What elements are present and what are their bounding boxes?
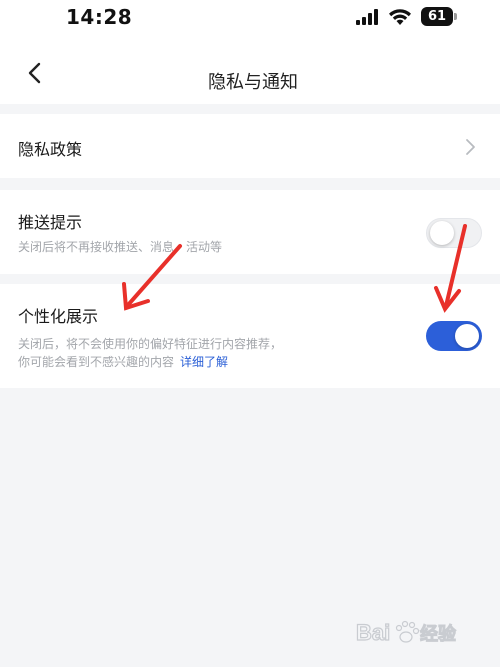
description-line-1: 关闭后，将不会使用你的偏好特征进行内容推荐， xyxy=(18,337,283,351)
nav-bar: 隐私与通知 xyxy=(0,40,500,104)
privacy-policy-row[interactable]: 隐私政策 xyxy=(0,114,500,178)
personalized-display-row: 个性化展示 关闭后，将不会使用你的偏好特征进行内容推荐， 你可能会看到不感兴趣的… xyxy=(0,284,500,388)
battery-cap xyxy=(454,13,457,20)
chevron-right-icon xyxy=(466,139,475,155)
description-line-2: 你可能会看到不感兴趣的内容 详细了解 xyxy=(18,353,282,371)
page-title: 隐私与通知 xyxy=(208,72,298,93)
status-time: 14:28 xyxy=(66,5,133,29)
learn-more-link[interactable]: 详细了解 xyxy=(180,355,228,369)
battery-level: 61 xyxy=(421,7,453,26)
toggle-knob xyxy=(455,324,479,348)
push-notification-toggle[interactable] xyxy=(426,218,482,248)
push-notification-row: 推送提示 关闭后将不再接收推送、消息、活动等 xyxy=(0,190,500,274)
baidu-watermark: Bai 经验 xyxy=(356,619,457,645)
toggle-knob xyxy=(430,221,454,245)
description-line-2-text: 你可能会看到不感兴趣的内容 xyxy=(18,355,175,369)
personalized-display-toggle[interactable] xyxy=(426,321,482,351)
settings-page: 14:28 61 隐私与通知 隐私政策 推送提示 关闭后将不再接收推送、消息、活… xyxy=(0,0,500,667)
push-notification-label: 推送提示 xyxy=(18,213,83,232)
status-bar: 14:28 61 xyxy=(0,0,500,40)
privacy-policy-label: 隐私政策 xyxy=(18,140,83,159)
wifi-icon xyxy=(389,9,411,25)
signal-icon xyxy=(356,9,378,25)
baidu-paw-icon xyxy=(395,620,420,643)
personalized-display-label: 个性化展示 xyxy=(18,307,99,326)
push-notification-description: 关闭后将不再接收推送、消息、活动等 xyxy=(18,240,223,254)
svg-text:Bai: Bai xyxy=(356,620,390,645)
svg-text:经验: 经验 xyxy=(420,623,457,645)
personalized-display-description: 关闭后，将不会使用你的偏好特征进行内容推荐， 你可能会看到不感兴趣的内容 详细了解 xyxy=(18,335,282,371)
battery-icon: 61 xyxy=(421,7,457,26)
